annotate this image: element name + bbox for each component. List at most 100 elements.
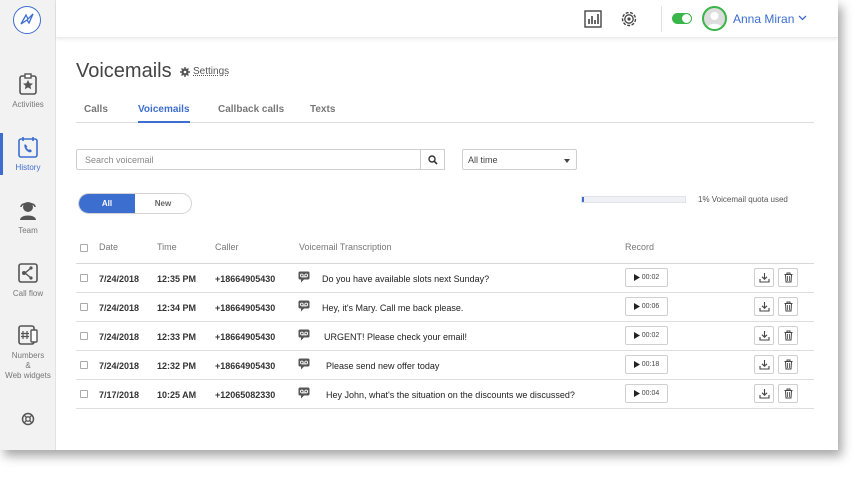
download-button[interactable] — [754, 384, 774, 403]
logo-icon[interactable] — [13, 6, 41, 34]
divider — [661, 6, 662, 32]
delete-button[interactable] — [778, 355, 798, 374]
voicemail-icon — [298, 271, 310, 283]
gear-icon[interactable] — [619, 9, 639, 29]
trash-icon — [784, 272, 792, 283]
sidebar-item-label: Call flow — [12, 289, 44, 298]
sidebar-item-numbers[interactable]: Numbers & Web widgets — [0, 323, 56, 381]
play-button[interactable]: 00:04 — [625, 384, 668, 403]
quota-progress-fill — [582, 197, 584, 202]
row-checkbox[interactable] — [80, 390, 88, 398]
caret-down-icon — [564, 159, 570, 163]
phone-history-icon — [18, 137, 38, 158]
download-icon — [758, 331, 770, 341]
play-button[interactable]: 00:06 — [625, 297, 668, 316]
row-transcription: Do you have available slots next Sunday? — [322, 274, 490, 284]
call-flow-icon — [18, 263, 38, 283]
sidebar-item-team[interactable]: Team — [0, 198, 56, 236]
star-clipboard-icon — [19, 73, 37, 95]
trash-icon — [784, 301, 792, 312]
row-checkbox[interactable] — [80, 361, 88, 369]
reports-chart-icon[interactable] — [583, 9, 603, 29]
play-button[interactable]: 00:02 — [625, 268, 668, 287]
download-icon — [758, 302, 770, 312]
sidebar-item-label: & — [25, 361, 31, 370]
row-date: 7/24/2018 — [99, 303, 140, 313]
row-checkbox[interactable] — [80, 332, 88, 340]
row-caller: +18664905430 — [215, 274, 276, 284]
time-filter-select[interactable]: All time — [462, 149, 577, 170]
tab-callback-calls[interactable]: Callback calls — [218, 104, 284, 121]
trash-icon — [784, 330, 792, 341]
settings-link[interactable]: Settings — [180, 66, 229, 77]
download-icon — [758, 389, 770, 399]
row-duration: 00:06 — [641, 303, 660, 310]
top-bar: Anna Miran — [56, 0, 838, 38]
trash-icon — [784, 359, 792, 370]
help-button[interactable] — [0, 412, 56, 430]
tab-texts[interactable]: Texts — [310, 104, 335, 121]
play-button[interactable]: 00:18 — [625, 355, 668, 374]
search-button[interactable] — [420, 149, 445, 170]
table-row: 7/24/2018 12:34 PM +18664905430 Hey, it'… — [76, 293, 814, 322]
table-row: 7/17/2018 10:25 AM +12065082330 Hey John… — [76, 380, 814, 409]
quota-text: 1% Voicemail quota used — [698, 195, 788, 204]
header-time: Time — [157, 242, 177, 252]
voicemail-icon — [298, 329, 310, 341]
row-time: 12:34 PM — [157, 303, 197, 313]
select-all-checkbox[interactable] — [80, 244, 88, 252]
chevron-down-icon[interactable] — [798, 13, 807, 22]
table-row: 7/24/2018 12:32 PM +18664905430 Please s… — [76, 351, 814, 380]
download-button[interactable] — [754, 355, 774, 374]
row-transcription: Hey, it's Mary. Call me back please. — [322, 303, 464, 313]
sidebar-item-label: History — [15, 163, 41, 172]
tab-calls[interactable]: Calls — [84, 104, 108, 121]
sidebar-item-label: Numbers — [11, 351, 45, 360]
avatar[interactable] — [702, 6, 727, 31]
delete-button[interactable] — [778, 268, 798, 287]
gear-icon — [180, 66, 190, 77]
delete-button[interactable] — [778, 384, 798, 403]
segment-all[interactable]: All — [79, 194, 135, 213]
lifebuoy-icon — [21, 412, 35, 426]
row-time: 10:25 AM — [157, 390, 197, 400]
select-value: All time — [468, 155, 498, 165]
headset-agent-icon — [20, 202, 36, 220]
delete-button[interactable] — [778, 326, 798, 345]
availability-toggle[interactable] — [672, 13, 692, 24]
download-icon — [758, 360, 770, 370]
user-name[interactable]: Anna Miran — [733, 12, 794, 26]
play-button[interactable]: 00:02 — [625, 326, 668, 345]
header-caller: Caller — [215, 242, 239, 252]
play-icon — [633, 361, 640, 368]
search-input[interactable] — [76, 149, 421, 170]
row-duration: 00:18 — [641, 361, 660, 368]
filter-segment: All New — [78, 193, 192, 214]
sidebar-item-activities[interactable]: Activities — [0, 72, 56, 110]
play-icon — [633, 332, 640, 339]
sidebar: Activities History Team Call flow Number… — [0, 0, 56, 450]
settings-label: Settings — [193, 66, 230, 77]
sidebar-item-history[interactable]: History — [0, 135, 56, 173]
tab-voicemails[interactable]: Voicemails — [138, 104, 190, 123]
row-transcription: Please send new offer today — [326, 361, 440, 371]
delete-button[interactable] — [778, 297, 798, 316]
tab-bar: Calls Voicemails Callback calls Texts — [76, 104, 814, 123]
row-checkbox[interactable] — [80, 303, 88, 311]
page-title: Voicemails — [76, 60, 172, 82]
header-transcription: Voicemail Transcription — [299, 242, 392, 252]
quota-progress-bar — [581, 196, 686, 203]
download-button[interactable] — [754, 297, 774, 316]
voicemail-icon — [298, 300, 310, 312]
download-button[interactable] — [754, 268, 774, 287]
table-row: 7/24/2018 12:33 PM +18664905430 URGENT! … — [76, 322, 814, 351]
search-icon — [427, 154, 438, 165]
row-checkbox[interactable] — [80, 274, 88, 282]
segment-new[interactable]: New — [135, 194, 191, 213]
row-date: 7/24/2018 — [99, 361, 140, 371]
row-transcription: Hey John, what's the situation on the di… — [326, 390, 575, 400]
download-icon — [758, 273, 770, 283]
numbers-icon — [18, 325, 38, 345]
download-button[interactable] — [754, 326, 774, 345]
sidebar-item-call-flow[interactable]: Call flow — [0, 261, 56, 299]
